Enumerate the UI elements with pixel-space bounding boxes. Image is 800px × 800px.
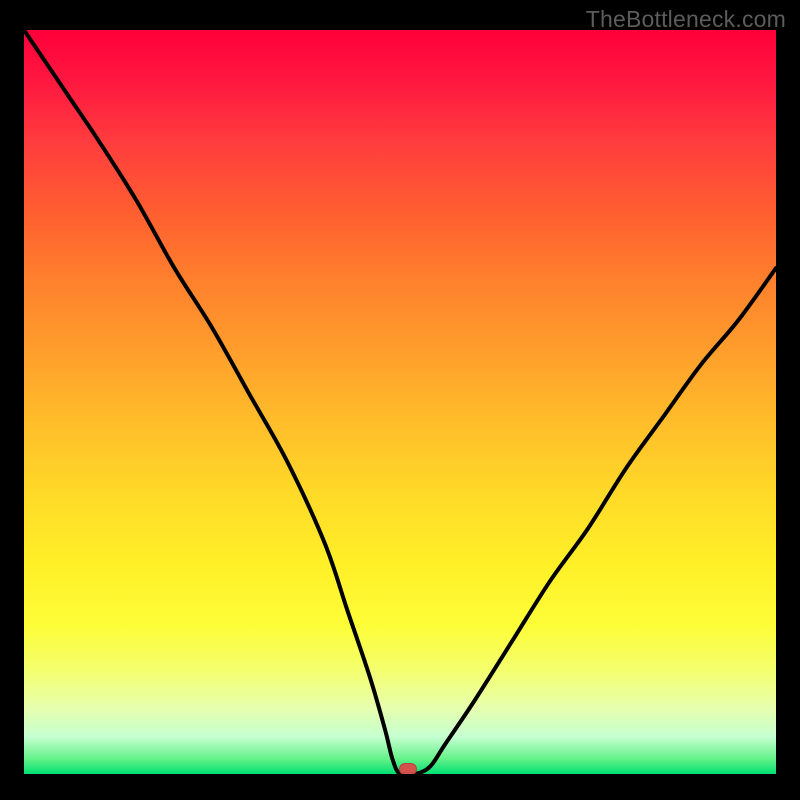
plot-area: [24, 30, 776, 774]
minimum-marker-icon: [399, 763, 417, 774]
bottleneck-curve: [24, 30, 776, 774]
chart-frame: TheBottleneck.com: [0, 0, 800, 800]
curve-path: [24, 30, 776, 774]
watermark-label: TheBottleneck.com: [586, 6, 786, 33]
